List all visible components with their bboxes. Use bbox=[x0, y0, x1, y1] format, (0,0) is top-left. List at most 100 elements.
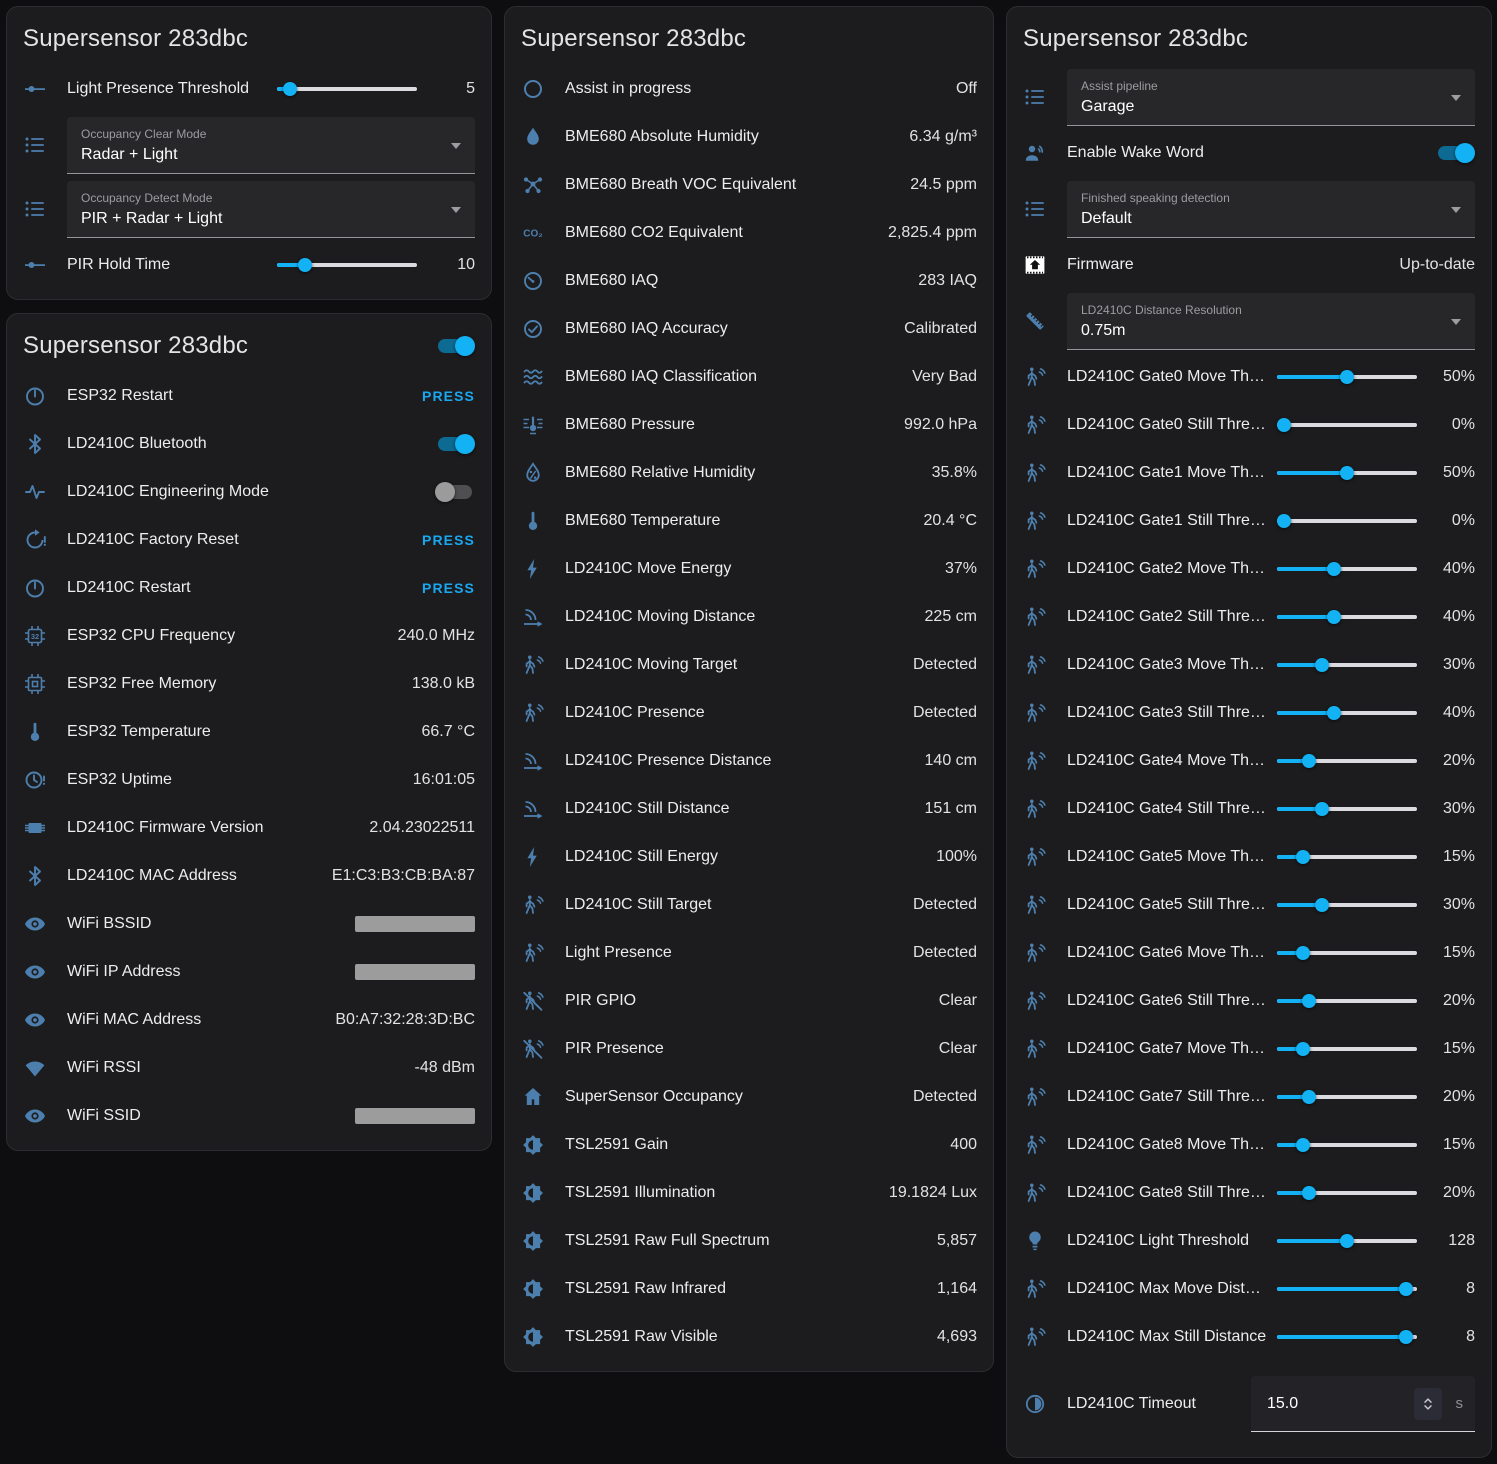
slider-knob[interactable] bbox=[1399, 1282, 1413, 1296]
entity-row[interactable]: Light PresenceDetected bbox=[521, 929, 977, 977]
entity-row[interactable]: WiFi RSSI-48 dBm bbox=[23, 1044, 475, 1092]
slider-knob[interactable] bbox=[1327, 562, 1341, 576]
entity-row[interactable]: LD2410C RestartPRESS bbox=[23, 564, 475, 612]
entity-row[interactable]: LD2410C Gate3 Move Threshold 30% bbox=[1023, 641, 1475, 689]
slider-knob[interactable] bbox=[1340, 370, 1354, 384]
slider[interactable] bbox=[1277, 411, 1417, 439]
press-button[interactable]: PRESS bbox=[422, 388, 475, 404]
entity-row[interactable]: PIR PresenceClear bbox=[521, 1025, 977, 1073]
slider[interactable] bbox=[1277, 891, 1417, 919]
slider[interactable] bbox=[1277, 603, 1417, 631]
entity-row[interactable]: LD2410C Gate8 Still Threshold 20% bbox=[1023, 1169, 1475, 1217]
slider-knob[interactable] bbox=[1296, 1138, 1310, 1152]
slider[interactable] bbox=[1277, 843, 1417, 871]
entity-row[interactable]: Occupancy Detect Mode PIR + Radar + Ligh… bbox=[23, 177, 475, 241]
entity-row[interactable]: BME680 CO2 Equivalent2,825.4 ppm bbox=[521, 209, 977, 257]
slider[interactable] bbox=[1277, 459, 1417, 487]
entity-row[interactable]: BME680 IAQ283 IAQ bbox=[521, 257, 977, 305]
entity-row[interactable]: FirmwareUp-to-date bbox=[1023, 241, 1475, 289]
entity-row[interactable]: LD2410C Gate5 Move Threshold 15% bbox=[1023, 833, 1475, 881]
select-field[interactable]: Finished speaking detection Default bbox=[1067, 181, 1475, 238]
entity-row[interactable]: LD2410C Gate5 Still Threshold 30% bbox=[1023, 881, 1475, 929]
slider-knob[interactable] bbox=[1315, 802, 1329, 816]
entity-row[interactable]: LD2410C Gate1 Still Threshold 0% bbox=[1023, 497, 1475, 545]
entity-row[interactable]: LD2410C Bluetooth bbox=[23, 420, 475, 468]
stepper-buttons[interactable] bbox=[1414, 1388, 1442, 1420]
select-field[interactable]: Occupancy Clear Mode Radar + Light bbox=[67, 117, 475, 174]
slider[interactable] bbox=[1277, 651, 1417, 679]
entity-row[interactable]: WiFi MAC AddressB0:A7:32:28:3D:BC bbox=[23, 996, 475, 1044]
entity-row[interactable]: Enable Wake Word bbox=[1023, 129, 1475, 177]
slider[interactable] bbox=[1277, 507, 1417, 535]
slider-knob[interactable] bbox=[1302, 754, 1316, 768]
slider-knob[interactable] bbox=[1302, 1186, 1316, 1200]
entity-row[interactable]: LD2410C Gate6 Still Threshold 20% bbox=[1023, 977, 1475, 1025]
entity-row[interactable]: LD2410C Presence Distance140 cm bbox=[521, 737, 977, 785]
card-power-toggle[interactable] bbox=[435, 336, 475, 356]
entity-row[interactable]: LD2410C PresenceDetected bbox=[521, 689, 977, 737]
slider-knob[interactable] bbox=[1327, 706, 1341, 720]
entity-row[interactable]: LD2410C Gate2 Move Threshold 40% bbox=[1023, 545, 1475, 593]
slider[interactable] bbox=[1277, 1227, 1417, 1255]
entity-row[interactable]: TSL2591 Illumination19.1824 Lux bbox=[521, 1169, 977, 1217]
entity-row[interactable]: LD2410C Move Energy37% bbox=[521, 545, 977, 593]
slider[interactable] bbox=[277, 75, 417, 103]
entity-row[interactable]: Assist pipeline Garage bbox=[1023, 65, 1475, 129]
select-field[interactable]: Assist pipeline Garage bbox=[1067, 69, 1475, 126]
entity-row[interactable]: LD2410C Gate4 Still Threshold 30% bbox=[1023, 785, 1475, 833]
entity-row[interactable]: BME680 Breath VOC Equivalent24.5 ppm bbox=[521, 161, 977, 209]
entity-row[interactable]: LD2410C MAC AddressE1:C3:B3:CB:BA:87 bbox=[23, 852, 475, 900]
select-field[interactable]: LD2410C Distance Resolution 0.75m bbox=[1067, 293, 1475, 350]
toggle-switch[interactable] bbox=[435, 482, 475, 502]
entity-row[interactable]: LD2410C Firmware Version2.04.23022511 bbox=[23, 804, 475, 852]
number-field[interactable]: 15.0 s bbox=[1251, 1376, 1475, 1432]
entity-row[interactable]: LD2410C Max Move Distance 8 bbox=[1023, 1265, 1475, 1313]
entity-row[interactable]: SuperSensor OccupancyDetected bbox=[521, 1073, 977, 1121]
slider[interactable] bbox=[1277, 699, 1417, 727]
entity-row[interactable]: LD2410C Light Threshold 128 bbox=[1023, 1217, 1475, 1265]
slider[interactable] bbox=[1277, 1275, 1417, 1303]
entity-row[interactable]: ESP32 Temperature66.7 °C bbox=[23, 708, 475, 756]
slider-knob[interactable] bbox=[1340, 1234, 1354, 1248]
slider[interactable] bbox=[1277, 555, 1417, 583]
slider[interactable] bbox=[1277, 747, 1417, 775]
entity-row[interactable]: LD2410C Max Still Distance 8 bbox=[1023, 1313, 1475, 1361]
slider-knob[interactable] bbox=[1296, 850, 1310, 864]
entity-row[interactable]: Assist in progressOff bbox=[521, 65, 977, 113]
entity-row[interactable]: LD2410C Moving TargetDetected bbox=[521, 641, 977, 689]
entity-row[interactable]: LD2410C Timeout 15.0 s bbox=[1023, 1361, 1475, 1447]
entity-row[interactable]: LD2410C Still TargetDetected bbox=[521, 881, 977, 929]
entity-row[interactable]: WiFi SSID bbox=[23, 1092, 475, 1140]
toggle-switch[interactable] bbox=[435, 434, 475, 454]
slider-knob[interactable] bbox=[1399, 1330, 1413, 1344]
slider[interactable] bbox=[1277, 363, 1417, 391]
slider-knob[interactable] bbox=[1327, 610, 1341, 624]
entity-row[interactable]: LD2410C Still Energy100% bbox=[521, 833, 977, 881]
entity-row[interactable]: LD2410C Gate7 Move Threshold 15% bbox=[1023, 1025, 1475, 1073]
slider-knob[interactable] bbox=[1302, 994, 1316, 1008]
entity-row[interactable]: BME680 Temperature20.4 °C bbox=[521, 497, 977, 545]
entity-row[interactable]: WiFi IP Address bbox=[23, 948, 475, 996]
entity-row[interactable]: LD2410C Gate4 Move Threshold 20% bbox=[1023, 737, 1475, 785]
entity-row[interactable]: TSL2591 Raw Visible4,693 bbox=[521, 1313, 977, 1361]
entity-row[interactable]: ESP32 RestartPRESS bbox=[23, 372, 475, 420]
slider[interactable] bbox=[1277, 795, 1417, 823]
entity-row[interactable]: LD2410C Gate8 Move Threshold 15% bbox=[1023, 1121, 1475, 1169]
slider[interactable] bbox=[1277, 1035, 1417, 1063]
entity-row[interactable]: BME680 Relative Humidity35.8% bbox=[521, 449, 977, 497]
entity-row[interactable]: ESP32 Uptime16:01:05 bbox=[23, 756, 475, 804]
entity-row[interactable]: LD2410C Distance Resolution 0.75m bbox=[1023, 289, 1475, 353]
slider-knob[interactable] bbox=[1315, 658, 1329, 672]
slider[interactable] bbox=[1277, 1179, 1417, 1207]
entity-row[interactable]: Finished speaking detection Default bbox=[1023, 177, 1475, 241]
entity-row[interactable]: LD2410C Gate0 Move Threshold 50% bbox=[1023, 353, 1475, 401]
slider[interactable] bbox=[1277, 1083, 1417, 1111]
entity-row[interactable]: BME680 IAQ ClassificationVery Bad bbox=[521, 353, 977, 401]
slider-knob[interactable] bbox=[1277, 418, 1291, 432]
press-button[interactable]: PRESS bbox=[422, 532, 475, 548]
slider-knob[interactable] bbox=[1296, 1042, 1310, 1056]
press-button[interactable]: PRESS bbox=[422, 580, 475, 596]
entity-row[interactable]: Occupancy Clear Mode Radar + Light bbox=[23, 113, 475, 177]
slider-knob[interactable] bbox=[298, 258, 312, 272]
slider[interactable] bbox=[1277, 939, 1417, 967]
